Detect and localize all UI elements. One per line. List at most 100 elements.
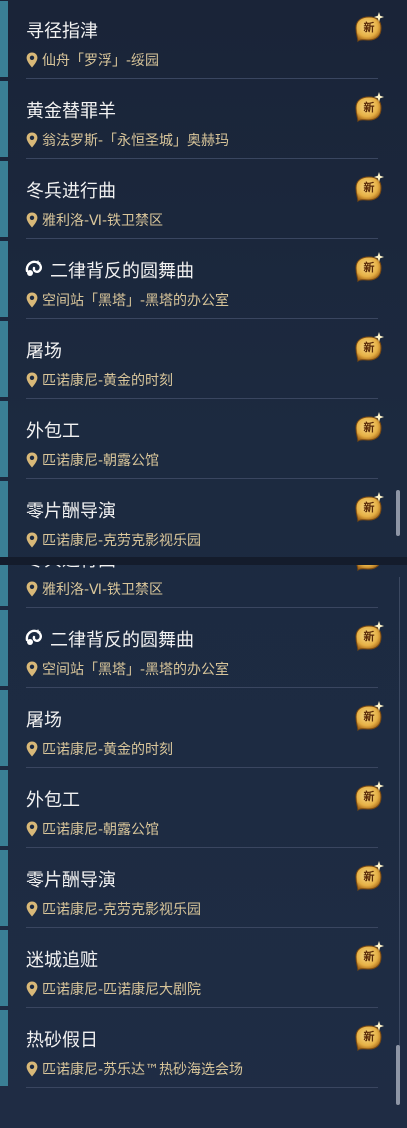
quest-list-item[interactable]: 零片酬导演匹诺康尼-克劳克影视乐园 新: [0, 479, 384, 557]
item-accent-bar: [0, 1010, 8, 1086]
quest-location: 空间站「黑塔」-黑塔的办公室: [26, 291, 229, 309]
quest-list-item[interactable]: 零片酬导演匹诺康尼-克劳克影视乐园 新: [0, 848, 384, 928]
location-pin-icon: [26, 661, 38, 677]
quest-title: 外包工: [26, 421, 80, 442]
quest-title: 外包工: [26, 790, 80, 811]
quest-title: 冬兵进行曲: [26, 565, 116, 572]
new-badge-label: 新: [363, 181, 375, 194]
location-pin-icon: [26, 132, 38, 148]
item-accent-bar: [0, 690, 8, 766]
quest-list-item[interactable]: 二律背反的圆舞曲空间站「黑塔」-黑塔的办公室 新: [0, 608, 384, 688]
quest-list-item[interactable]: 冬兵进行曲雅利洛-Ⅵ-铁卫禁区新: [0, 565, 380, 608]
quest-list-item[interactable]: 外包工匹诺康尼-朝露公馆 新: [0, 768, 384, 848]
quest-location-text: 雅利洛-Ⅵ-铁卫禁区: [42, 582, 164, 598]
quest-title: 二律背反的圆舞曲: [50, 261, 194, 282]
item-accent-bar: [0, 321, 8, 397]
quest-list-item[interactable]: 冬兵进行曲雅利洛-Ⅵ-铁卫禁区 新: [0, 159, 384, 239]
quest-list-item[interactable]: 屠场匹诺康尼-黄金的时刻 新: [0, 319, 384, 399]
quest-location-text: 翁法罗斯-「永恒圣城」奥赫玛: [42, 133, 230, 149]
quest-location-text: 匹诺康尼-黄金的时刻: [42, 742, 174, 758]
quest-title: 零片酬导演: [26, 870, 116, 891]
quest-title: 黄金替罪羊: [26, 101, 116, 122]
new-badge-label: 新: [363, 630, 375, 643]
quest-list-item[interactable]: 屠场 匹诺康尼-黄金的时刻 新: [0, 688, 384, 768]
quest-location-text: 匹诺康尼-黄金的时刻: [42, 373, 174, 389]
item-accent-bar: [0, 401, 8, 477]
new-badge-label: 新: [363, 950, 375, 963]
new-badge-label: 新: [363, 21, 375, 34]
quest-title: 屠场: [26, 341, 62, 362]
item-accent-bar: [0, 81, 8, 157]
quest-title: 冬兵进行曲: [26, 181, 116, 202]
quest-location: 匹诺康尼-黄金的时刻: [26, 371, 173, 389]
special-quest-icon: [24, 257, 46, 279]
quest-title: 热砂假日: [26, 1030, 98, 1051]
scrollbar-track: [399, 577, 400, 1047]
location-pin-icon: [26, 372, 38, 388]
location-pin-icon: [26, 52, 38, 68]
quest-location-text: 匹诺康尼-朝露公馆: [42, 822, 160, 838]
quest-location-text: 匹诺康尼-匹诺康尼大剧院: [42, 982, 202, 998]
quest-list-item[interactable]: 热砂假日匹诺康尼-苏乐达™热砂海选会场 新: [0, 1008, 384, 1088]
location-pin-icon: [26, 821, 38, 837]
quest-list-item[interactable]: 外包工匹诺康尼-朝露公馆 新: [0, 399, 384, 479]
location-pin-icon: [26, 741, 38, 757]
quest-location: 匹诺康尼-克劳克影视乐园: [26, 531, 201, 549]
item-accent-bar: [0, 610, 8, 686]
item-accent-bar: [0, 930, 8, 1006]
quest-list-item[interactable]: 二律背反的圆舞曲空间站「黑塔」-黑塔的办公室 新: [0, 239, 384, 319]
quest-list-bottom: 冬兵进行曲雅利洛-Ⅵ-铁卫禁区新二律背反的圆舞曲空间站「黑塔」-黑塔的办公室新屠…: [0, 565, 407, 1128]
quest-list-top: 寻径指津 仙舟「罗浮」-绥园新黄金替罪羊 翁法罗斯-「永恒圣城」奥赫玛新冬兵进行曲雅…: [0, 0, 407, 557]
new-badge-label: 新: [363, 421, 375, 434]
quest-title: 二律背反的圆舞曲: [50, 630, 194, 651]
new-badge-label: 新: [363, 501, 375, 514]
quest-location-text: 仙舟「罗浮」-绥园: [42, 53, 160, 69]
new-badge-label: 新: [363, 101, 375, 114]
location-pin-icon: [26, 1061, 38, 1077]
location-pin-icon: [26, 532, 38, 548]
item-accent-bar: [0, 241, 8, 317]
quest-location-text: 匹诺康尼-朝露公馆: [42, 453, 160, 469]
new-badge-label: 新: [363, 341, 375, 354]
quest-location: 翁法罗斯-「永恒圣城」奥赫玛: [26, 131, 229, 149]
new-badge-label: 新: [363, 1030, 375, 1043]
quest-location-text: 雅利洛-Ⅵ-铁卫禁区: [42, 213, 164, 229]
quest-title: 零片酬导演: [26, 501, 116, 522]
item-accent-bar: [0, 1, 8, 77]
quest-location-text: 匹诺康尼-克劳克影视乐园: [42, 533, 202, 549]
item-accent-bar: [0, 481, 8, 557]
quest-location-text: 空间站「黑塔」-黑塔的办公室: [42, 662, 230, 678]
item-accent-bar: [0, 565, 8, 606]
quest-list-item[interactable]: 迷城追赃匹诺康尼-匹诺康尼大剧院 新: [0, 928, 384, 1008]
quest-list-item[interactable]: 黄金替罪羊翁法罗斯-「永恒圣城」奥赫玛 新: [0, 79, 384, 159]
location-pin-icon: [26, 901, 38, 917]
quest-location: 仙舟「罗浮」-绥园: [26, 51, 159, 69]
quest-location: 匹诺康尼-朝露公馆: [26, 451, 159, 469]
quest-location: 匹诺康尼-朝露公馆: [26, 820, 159, 838]
new-badge-label: 新: [363, 870, 375, 883]
quest-location: 匹诺康尼-苏乐达™热砂海选会场: [26, 1060, 243, 1078]
quest-title: 寻径指津: [26, 21, 98, 42]
quest-location-text: 空间站「黑塔」-黑塔的办公室: [42, 293, 230, 309]
location-pin-icon: [26, 581, 38, 597]
special-quest-icon: [24, 626, 46, 648]
item-separator: [26, 1087, 378, 1088]
quest-location: 空间站「黑塔」-黑塔的办公室: [26, 660, 229, 678]
screenshot-divider: [0, 557, 407, 565]
quest-location: 匹诺康尼-克劳克影视乐园: [26, 900, 201, 918]
quest-location: 雅利洛-Ⅵ-铁卫禁区: [26, 211, 163, 229]
quest-location: 匹诺康尼-匹诺康尼大剧院: [26, 980, 201, 998]
item-accent-bar: [0, 850, 8, 926]
new-badge-label: 新: [363, 261, 375, 274]
quest-title: 迷城追赃: [26, 950, 98, 971]
quest-location-text: 匹诺康尼-克劳克影视乐园: [42, 902, 202, 918]
scrollbar-thumb[interactable]: [396, 1045, 400, 1105]
quest-location: 匹诺康尼-黄金的时刻: [26, 740, 173, 758]
quest-location: 雅利洛-Ⅵ-铁卫禁区: [26, 580, 163, 598]
new-badge-label: 新: [363, 790, 375, 803]
location-pin-icon: [26, 452, 38, 468]
location-pin-icon: [26, 981, 38, 997]
quest-list-item[interactable]: 寻径指津仙舟「罗浮」-绥园 新: [0, 0, 384, 79]
quest-title: 屠场: [26, 710, 62, 731]
scrollbar-thumb[interactable]: [396, 490, 400, 536]
